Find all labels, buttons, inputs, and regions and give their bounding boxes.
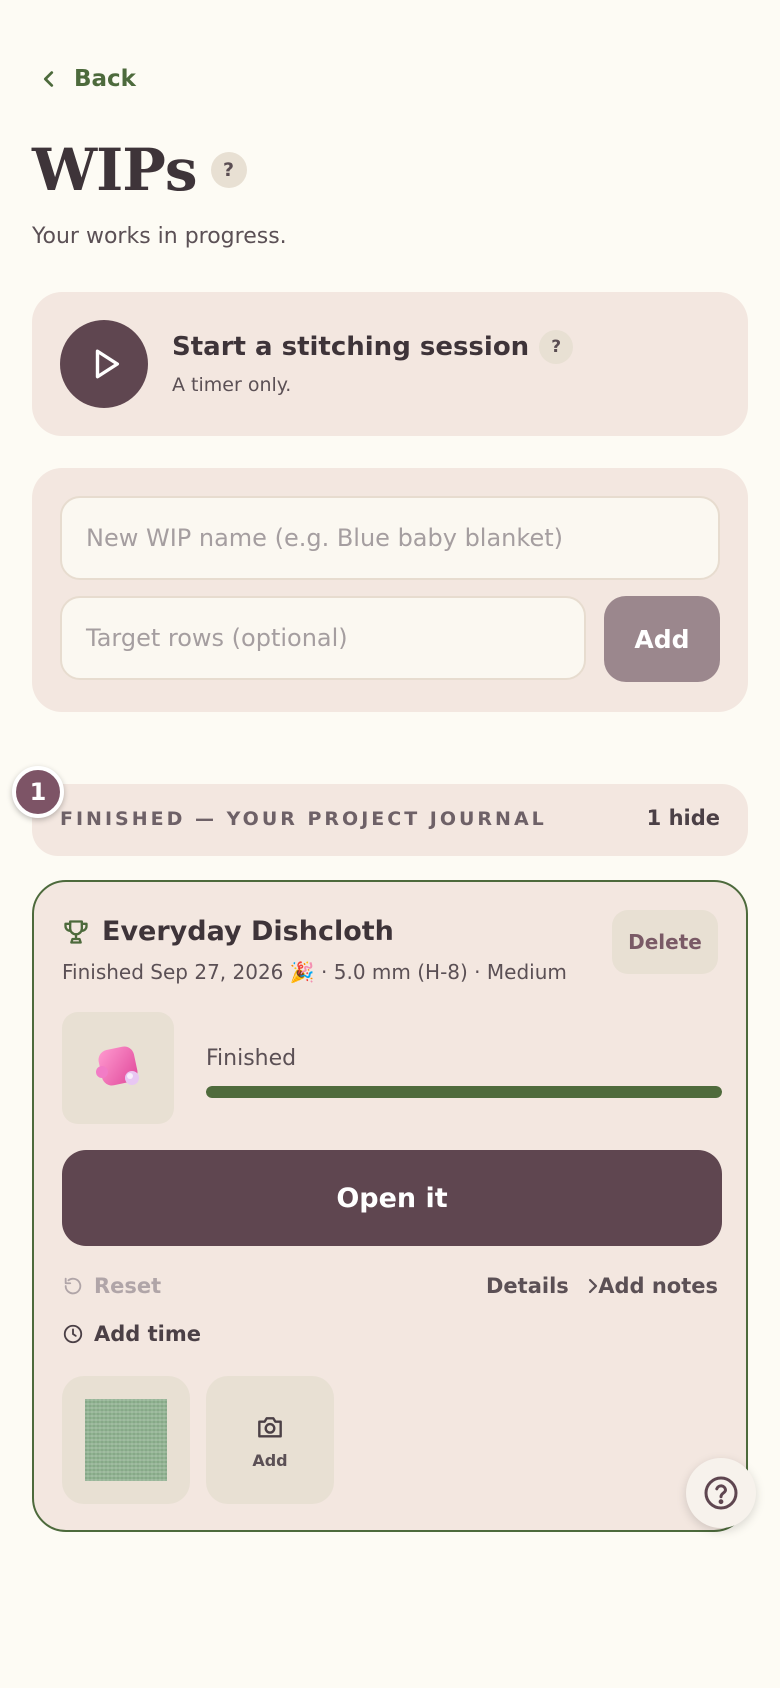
help-circle-icon	[704, 1476, 738, 1510]
page-subtitle: Your works in progress.	[32, 224, 287, 249]
target-rows-input[interactable]: Target rows (optional)	[60, 596, 586, 680]
open-it-button[interactable]: Open it	[62, 1150, 722, 1246]
tutorial-step-badge: 1	[12, 766, 64, 818]
session-card[interactable]: Start a stitching session ? A timer only…	[32, 292, 748, 436]
wip-card: Everyday Dishcloth Finished Sep 27, 2026…	[32, 880, 748, 1532]
page-header: WIPs ?	[32, 136, 247, 204]
wip-thumbnail[interactable]	[62, 1012, 174, 1124]
title-help-button[interactable]: ?	[210, 152, 247, 188]
wip-title: Everyday Dishcloth	[102, 916, 394, 947]
reset-icon	[64, 1277, 82, 1295]
yarn-sticker-icon	[96, 1046, 139, 1086]
session-help-button[interactable]: ?	[539, 330, 574, 364]
help-button[interactable]	[686, 1458, 756, 1528]
add-notes-link[interactable]: Add notes	[598, 1274, 718, 1298]
wip-meta: Finished Sep 27, 2026 🎉 · 5.0 mm (H-8) ·…	[62, 960, 567, 984]
reset-label: Reset	[94, 1274, 162, 1298]
camera-icon	[258, 1416, 282, 1438]
add-wip-form: New WIP name (e.g. Blue baby blanket) Ta…	[32, 468, 748, 712]
progress-bar	[206, 1086, 722, 1098]
add-wip-button[interactable]: Add	[604, 596, 720, 682]
session-subtitle: A timer only.	[172, 374, 292, 396]
add-time-button[interactable]: Add time	[62, 1322, 201, 1346]
add-photo-label: Add	[252, 1450, 288, 1470]
delete-button[interactable]: Delete	[612, 910, 718, 974]
progress-fill	[206, 1086, 722, 1098]
page-title: WIPs	[32, 136, 198, 204]
start-session-button[interactable]	[60, 320, 148, 408]
reset-button[interactable]: Reset	[62, 1274, 161, 1298]
details-link[interactable]: Details	[486, 1274, 601, 1298]
session-title-row: Start a stitching session ?	[172, 330, 574, 364]
add-time-label: Add time	[94, 1322, 201, 1346]
progress-label: Finished	[206, 1046, 297, 1071]
photo-image	[85, 1399, 167, 1481]
clock-icon	[63, 1324, 83, 1344]
session-title: Start a stitching session	[172, 332, 530, 362]
add-photo-button[interactable]: Add	[206, 1376, 334, 1504]
details-label: Details	[486, 1274, 569, 1298]
section-label: FINISHED — YOUR PROJECT JOURNAL	[60, 808, 547, 830]
play-icon	[95, 349, 120, 379]
hide-toggle[interactable]: 1 hide	[647, 806, 720, 830]
trophy-icon	[64, 919, 88, 944]
back-button[interactable]: Back	[38, 66, 136, 92]
wip-title-row: Everyday Dishcloth	[62, 916, 394, 947]
photo-thumbnail[interactable]	[62, 1376, 190, 1504]
finished-section-header[interactable]: FINISHED — YOUR PROJECT JOURNAL 1 hide	[32, 784, 748, 856]
back-label: Back	[74, 66, 136, 92]
wip-name-input[interactable]: New WIP name (e.g. Blue baby blanket)	[60, 496, 720, 580]
chevron-left-icon	[43, 71, 54, 87]
